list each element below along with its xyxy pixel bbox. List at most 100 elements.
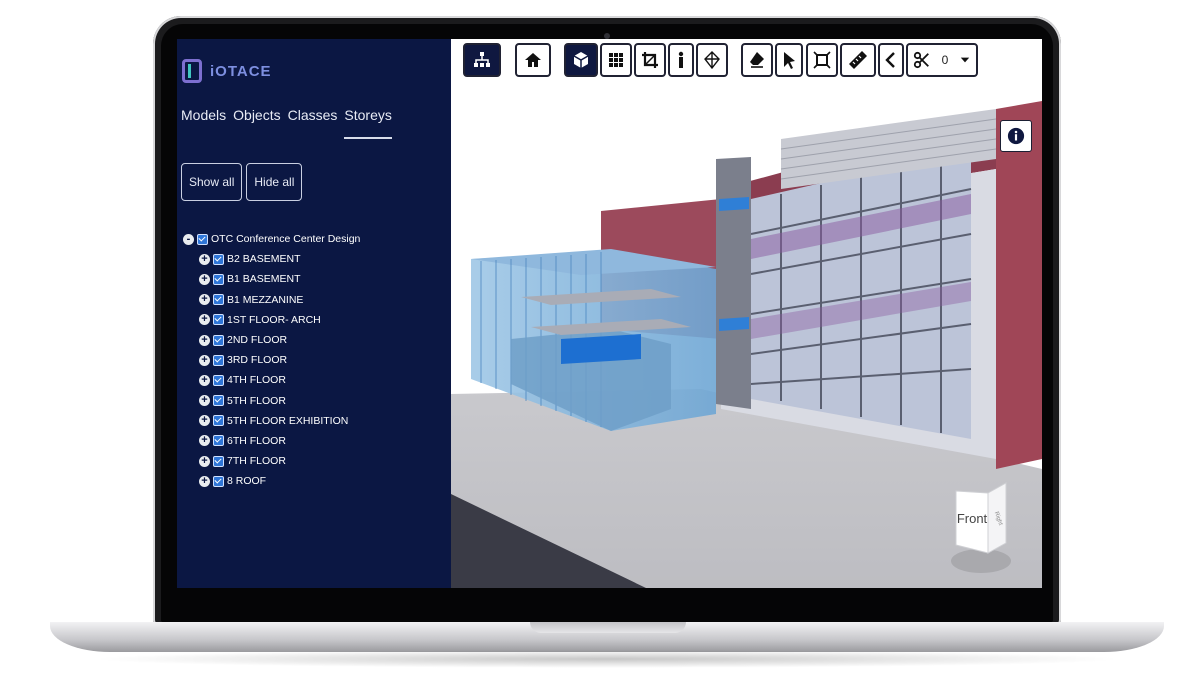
tree-item-label: 8 ROOF (227, 475, 267, 488)
expand-icon[interactable]: + (199, 273, 210, 285)
tab-storeys[interactable]: Storeys (344, 107, 392, 139)
brand-name: iOTACE (210, 62, 272, 80)
navigation-cube[interactable]: Front Right (946, 481, 1036, 581)
expand-icon[interactable]: + (199, 475, 210, 487)
tab-classes[interactable]: Classes (288, 107, 338, 139)
caret-down-icon (961, 57, 970, 63)
visibility-buttons: Show all Hide all (181, 163, 303, 201)
tree-item-label: 6TH FLOOR (227, 434, 286, 447)
tree-item[interactable]: + B1 BASEMENT (183, 269, 360, 289)
show-all-button[interactable]: Show all (181, 163, 243, 201)
expand-icon[interactable]: + (199, 415, 210, 427)
tree-item[interactable]: +3RD FLOOR (183, 350, 360, 370)
tree-item-label: B1 BASEMENT (227, 273, 301, 286)
tab-models[interactable]: Models (181, 107, 226, 139)
info-icon (1007, 127, 1025, 145)
expand-icon[interactable]: + (199, 395, 210, 407)
viewer-toolbar: 0 (451, 43, 1042, 83)
hide-all-button[interactable]: Hide all (246, 163, 303, 201)
section-count: 0 (941, 53, 949, 67)
3d-viewer[interactable]: 0 Front Right (451, 39, 1042, 588)
tree-item-label: 4TH FLOOR (227, 374, 286, 387)
collapse-toolbar-button[interactable] (878, 43, 904, 77)
tree-item-label: 5TH FLOOR (227, 394, 286, 407)
expand-icon[interactable]: + (199, 314, 210, 326)
measure-button[interactable] (840, 43, 876, 77)
tree-item-checkbox[interactable] (213, 395, 224, 407)
expand-icon[interactable]: + (199, 435, 210, 447)
tree-item[interactable]: + B1 MEZZANINE (183, 290, 360, 310)
tree-item-checkbox[interactable] (213, 273, 224, 285)
tree-item-checkbox[interactable] (213, 294, 224, 306)
expand-icon[interactable]: + (199, 253, 210, 265)
scissors-icon (913, 51, 929, 69)
3d-view-button[interactable] (564, 43, 598, 77)
tree-item-label: 1ST FLOOR- ARCH (227, 313, 321, 326)
tree-structure-button[interactable] (463, 43, 501, 77)
tree-item-label: B2 BASEMENT (227, 253, 301, 266)
grid-view-button[interactable] (600, 43, 632, 77)
expand-icon[interactable]: + (199, 294, 210, 306)
navcube-front-label[interactable]: Front (957, 511, 988, 526)
brand-logo: iOTACE (182, 59, 272, 83)
tree-item[interactable]: + B2 BASEMENT (183, 249, 360, 269)
tree-root[interactable]: - OTC Conference Center Design (183, 229, 360, 249)
tree-item-label: 2ND FLOOR (227, 334, 288, 347)
tree-item-checkbox[interactable] (213, 455, 224, 467)
person-button[interactable] (668, 43, 694, 77)
sidebar: iOTACE Models Objects Classes Storeys Sh… (177, 39, 451, 588)
crop-icon (642, 52, 658, 68)
tree-item[interactable]: +7TH FLOOR (183, 451, 360, 471)
tree-item-checkbox[interactable] (213, 334, 224, 346)
section-box-button[interactable] (806, 43, 838, 77)
cube-icon (573, 52, 589, 68)
tree-item-checkbox[interactable] (213, 415, 224, 427)
home-button[interactable] (515, 43, 551, 77)
tree-item[interactable]: +6TH FLOOR (183, 431, 360, 451)
tree-root-checkbox[interactable] (197, 233, 208, 245)
expand-icon[interactable]: + (199, 354, 210, 366)
wireframe-button[interactable] (696, 43, 728, 77)
ruler-icon (849, 51, 867, 69)
tree-item-label: B1 MEZZANINE (227, 293, 304, 306)
info-button[interactable] (1000, 120, 1032, 152)
eraser-button[interactable] (741, 43, 773, 77)
tree-item-label: 7TH FLOOR (227, 455, 286, 468)
tree-item-label: 5TH FLOOR EXHIBITION (227, 414, 349, 427)
tree-root-label: OTC Conference Center Design (211, 233, 361, 246)
laptop-notch (530, 622, 686, 633)
tree-item[interactable]: +8 ROOF (183, 471, 360, 491)
expand-icon[interactable]: + (199, 374, 210, 386)
wireframe-cube-icon (704, 51, 720, 70)
tree-item[interactable]: +1ST FLOOR- ARCH (183, 310, 360, 330)
eraser-icon (750, 52, 764, 68)
section-box-icon (813, 51, 831, 69)
tree-item[interactable]: +5TH FLOOR (183, 391, 360, 411)
expand-icon[interactable]: + (199, 334, 210, 346)
crop-button[interactable] (634, 43, 666, 77)
pointer-icon (784, 52, 795, 69)
tree-item-checkbox[interactable] (213, 435, 224, 447)
chevron-left-icon (885, 52, 895, 68)
person-icon (678, 51, 684, 68)
collapse-icon[interactable]: - (183, 233, 194, 245)
select-button[interactable] (775, 43, 803, 77)
tree-item-checkbox[interactable] (213, 314, 224, 326)
tree-item[interactable]: +5TH FLOOR EXHIBITION (183, 411, 360, 431)
tree-item-checkbox[interactable] (213, 475, 224, 487)
logo-icon (182, 59, 202, 83)
section-plane-dropdown[interactable]: 0 (906, 43, 978, 77)
tab-objects[interactable]: Objects (233, 107, 280, 139)
tree-structure-icon (474, 52, 490, 67)
tree-item[interactable]: +4TH FLOOR (183, 370, 360, 390)
laptop-shadow (90, 650, 1124, 668)
tree-item[interactable]: +2ND FLOOR (183, 330, 360, 350)
laptop-mockup: iOTACE Models Objects Classes Storeys Sh… (0, 0, 1200, 700)
expand-icon[interactable]: + (199, 455, 210, 467)
grid-icon (609, 53, 623, 67)
storey-tree: - OTC Conference Center Design + B2 BASEM… (183, 229, 360, 491)
sidebar-tabs: Models Objects Classes Storeys (181, 107, 392, 139)
tree-item-checkbox[interactable] (213, 374, 224, 386)
tree-item-checkbox[interactable] (213, 354, 224, 366)
tree-item-checkbox[interactable] (213, 253, 224, 265)
